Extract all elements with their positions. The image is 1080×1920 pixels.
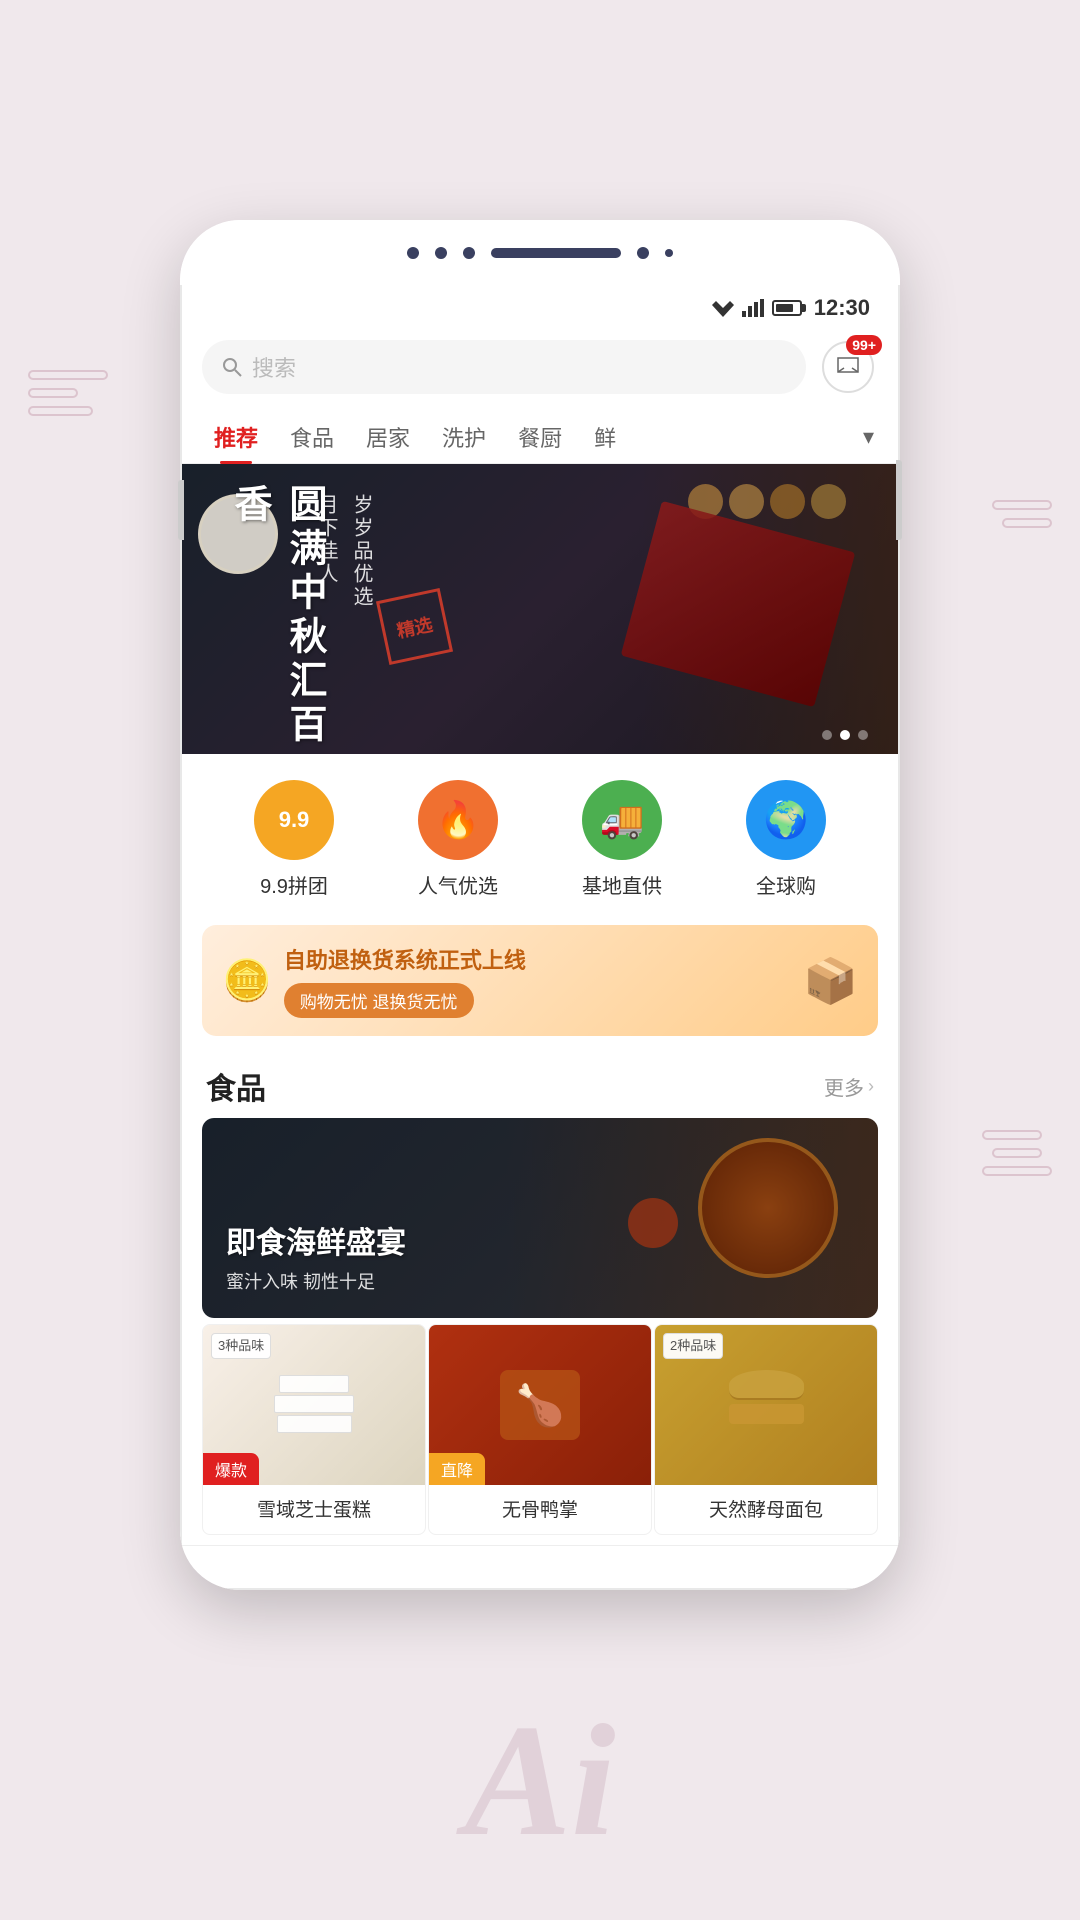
category-nav: 推荐 食品 居家 洗护 餐厨 鲜 ▾ <box>182 407 898 464</box>
promo-title: 自助退换货系统正式上线 <box>284 943 791 975</box>
pintuan-price-text: 9.9 <box>279 807 310 833</box>
phone-side-button-left <box>178 480 184 540</box>
search-icon <box>222 357 242 377</box>
status-time: 12:30 <box>814 295 870 321</box>
product-variety-badge-bread: 2种品味 <box>663 1333 723 1359</box>
signal-icon <box>742 299 764 317</box>
phone-sensors <box>180 220 900 285</box>
banner-dots <box>822 730 868 740</box>
cat-item-shipin[interactable]: 食品 <box>274 411 350 463</box>
cat-item-xihu[interactable]: 洗护 <box>426 411 502 463</box>
quick-icon-renqi: 🔥 <box>418 780 498 860</box>
promo-box-icon: 📦 <box>803 955 858 1007</box>
food-section-more[interactable]: 更多 › <box>824 1072 874 1101</box>
seafood-bowl <box>698 1138 838 1278</box>
phone-frame: 12:30 搜索 99+ <box>180 220 900 1590</box>
sensor-dot-5 <box>665 249 673 257</box>
food-section-title: 食品 <box>206 1064 266 1108</box>
food-banner-title: 即食海鲜盛宴 <box>226 1218 406 1262</box>
quick-access: 9.9 9.9拼团 🔥 人气优选 🚚 基地直供 🌍 全球购 <box>182 754 898 925</box>
sensor-bar <box>491 248 621 258</box>
cat-item-tuijian[interactable]: 推荐 <box>198 411 274 463</box>
status-bar: 12:30 <box>182 285 898 327</box>
food-section-header: 食品 更多 › <box>182 1048 898 1118</box>
promo-coin-icon: 🪙 <box>222 957 272 1004</box>
wifi-icon <box>712 299 734 317</box>
phone-screen: 12:30 搜索 99+ <box>180 285 900 1545</box>
chevron-down-icon: ▾ <box>863 424 874 450</box>
product-card-duck[interactable]: 🍗 直降 无骨鸭掌 <box>428 1324 652 1535</box>
quick-item-jidi[interactable]: 🚚 基地直供 <box>582 780 662 899</box>
notification-count-badge: 99+ <box>846 335 882 355</box>
quick-label-renqi: 人气优选 <box>418 870 498 899</box>
quick-item-pintuan[interactable]: 9.9 9.9拼团 <box>254 780 334 899</box>
cat-item-xian[interactable]: 鲜 <box>578 411 632 463</box>
banner[interactable]: 圆满中秋汇百香 月下佳人 岁岁品优选 精选 <box>182 464 898 754</box>
deco-lines-right-bottom <box>982 1130 1052 1184</box>
product-card-cake[interactable]: 3种品味 爆款 雪域芝士蛋糕 <box>202 1324 426 1535</box>
food-banner[interactable]: 即食海鲜盛宴 蜜汁入味 韧性十足 <box>202 1118 878 1318</box>
search-input-wrapper[interactable]: 搜索 <box>202 340 806 394</box>
deco-lines-right-top <box>992 500 1052 536</box>
cat-more-button[interactable]: ▾ <box>855 414 882 460</box>
search-bar: 搜索 99+ <box>182 327 898 407</box>
promo-banner[interactable]: 🪙 自助退换货系统正式上线 购物无忧 退换货无忧 📦 <box>202 925 878 1036</box>
message-icon <box>836 356 860 378</box>
product-card-bread[interactable]: 2种品味 天然酵母面包 <box>654 1324 878 1535</box>
sensor-dot-4 <box>637 247 649 259</box>
product-img-duck: 🍗 直降 <box>429 1325 651 1485</box>
product-name-duck: 无骨鸭掌 <box>429 1485 651 1534</box>
food-banner-sub: 蜜汁入味 韧性十足 <box>226 1268 406 1294</box>
quick-icon-quanqiu: 🌍 <box>746 780 826 860</box>
cat-item-jujia[interactable]: 居家 <box>350 411 426 463</box>
chevron-right-icon: › <box>868 1076 874 1097</box>
product-variety-badge-cake: 3种品味 <box>211 1333 271 1359</box>
sauce-dishes <box>628 1198 678 1248</box>
promo-subtitle: 购物无忧 退换货无忧 <box>284 983 474 1018</box>
ai-badge-area: Ai <box>390 1640 690 1920</box>
quick-icon-jidi: 🚚 <box>582 780 662 860</box>
quick-label-pintuan: 9.9拼团 <box>260 870 328 899</box>
quick-label-jidi: 基地直供 <box>582 870 662 899</box>
cat-item-canchu[interactable]: 餐厨 <box>502 411 578 463</box>
product-badge-duck: 直降 <box>429 1453 485 1485</box>
sensor-dot-2 <box>435 247 447 259</box>
banner-tea-set <box>688 484 868 519</box>
banner-stamp: 精选 <box>376 588 453 665</box>
deco-lines-left <box>28 370 108 424</box>
banner-sub-text1: 月下佳人 <box>312 494 341 586</box>
banner-sub-text2: 岁岁品优选 <box>347 494 376 609</box>
food-banner-text: 即食海鲜盛宴 蜜汁入味 韧性十足 <box>226 1218 406 1294</box>
quick-icon-pintuan: 9.9 <box>254 780 334 860</box>
notification-button[interactable]: 99+ <box>818 337 878 397</box>
ai-text: Ai <box>464 1688 615 1873</box>
product-name-cake: 雪域芝士蛋糕 <box>203 1485 425 1534</box>
more-label: 更多 <box>824 1072 864 1101</box>
sensor-dot-1 <box>407 247 419 259</box>
product-img-bread: 2种品味 <box>655 1325 877 1485</box>
promo-text-block: 自助退换货系统正式上线 购物无忧 退换货无忧 <box>284 943 791 1018</box>
sensor-dot-3 <box>463 247 475 259</box>
product-grid: 3种品味 爆款 雪域芝士蛋糕 🍗 直降 <box>182 1318 898 1545</box>
search-placeholder-text[interactable]: 搜索 <box>252 351 296 383</box>
product-name-bread: 天然酵母面包 <box>655 1485 877 1534</box>
phone-bottom <box>180 1545 900 1590</box>
quick-label-quanqiu: 全球购 <box>756 870 816 899</box>
quick-item-quanqiu[interactable]: 🌍 全球购 <box>746 780 826 899</box>
quick-item-renqi[interactable]: 🔥 人气优选 <box>418 780 498 899</box>
phone-side-button-right <box>896 460 902 540</box>
product-badge-cake: 爆款 <box>203 1453 259 1485</box>
product-img-cake: 3种品味 爆款 <box>203 1325 425 1485</box>
battery-icon <box>772 300 802 316</box>
